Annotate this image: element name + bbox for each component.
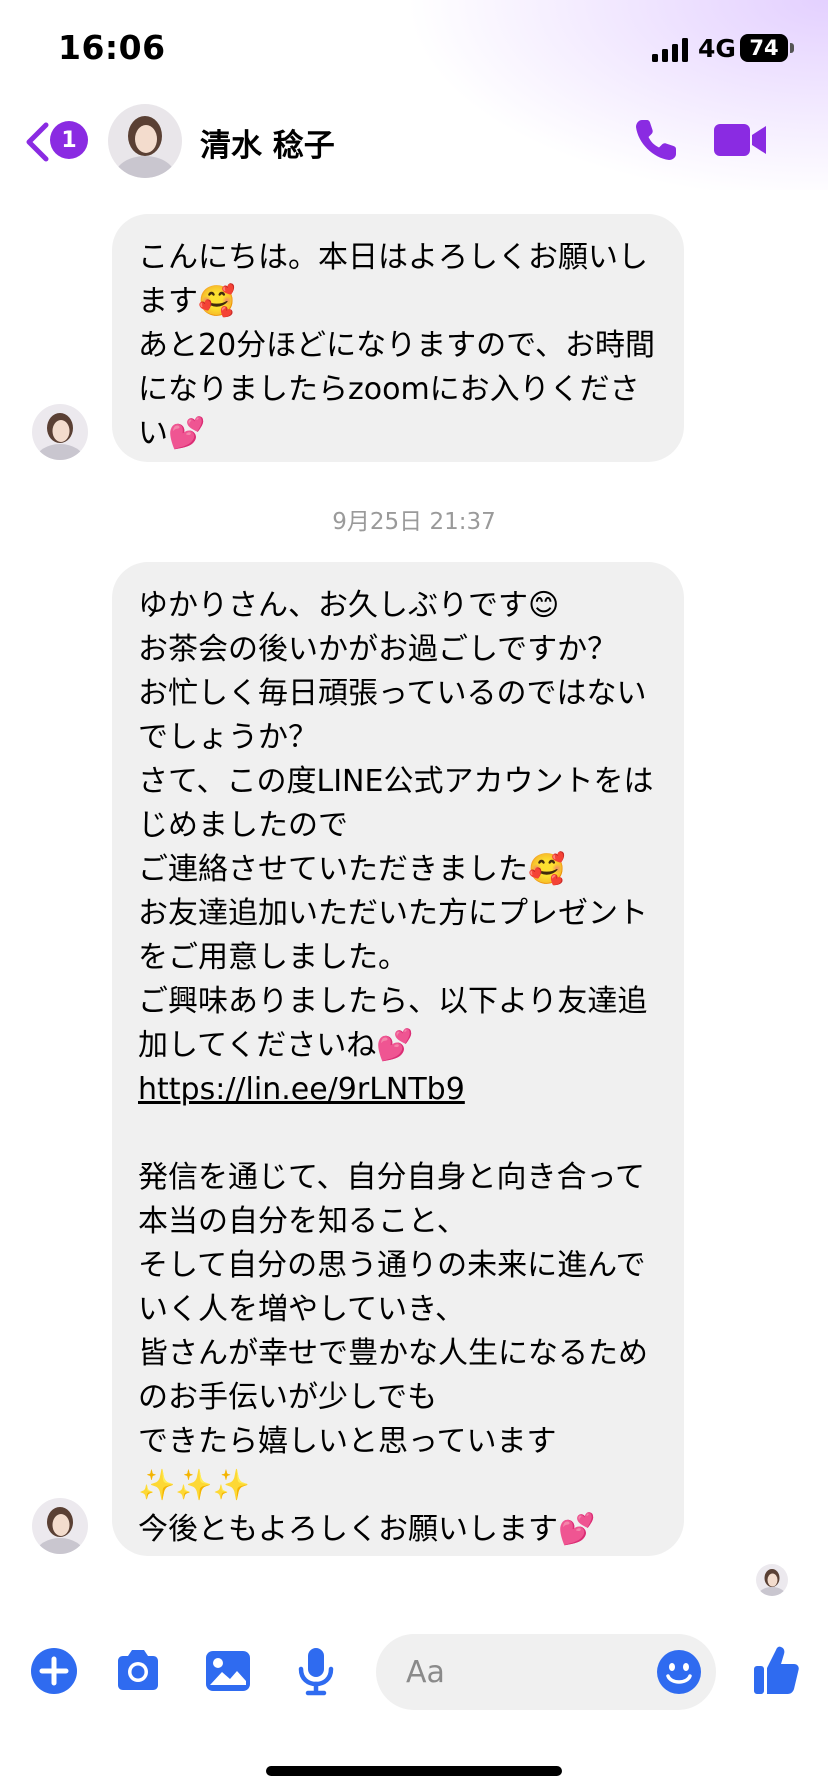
battery-tip (790, 43, 794, 53)
status-time: 16:06 (58, 28, 166, 67)
message-link[interactable]: https://lin.ee/9rLNTb9 (138, 1072, 465, 1107)
network-type: 4G (698, 34, 736, 63)
sender-avatar (32, 404, 88, 460)
plus-circle-icon[interactable] (28, 1645, 80, 1697)
battery-level: 74 (749, 36, 779, 60)
battery-icon: 74 (740, 34, 788, 62)
phone-icon[interactable] (632, 116, 680, 164)
message-input[interactable] (406, 1650, 626, 1694)
emoji-icon[interactable] (656, 1649, 702, 1695)
message-text: 発信を通じて、自分自身と向き合って本当の自分を知ること、 そして自分の思う通りの… (138, 1160, 648, 1547)
sender-avatar (32, 1498, 88, 1554)
microphone-icon[interactable] (290, 1645, 342, 1697)
photo-icon[interactable] (202, 1645, 254, 1697)
chevron-left-icon (26, 122, 49, 162)
message-bubble[interactable]: こんにちは。本日はよろしくお願いします🥰 あと20分ほどになりますので、お時間に… (112, 214, 684, 462)
read-receipt-avatar (756, 1564, 788, 1596)
contact-name[interactable]: 清水 稔子 (200, 120, 335, 165)
video-camera-icon[interactable] (714, 120, 768, 160)
home-indicator (266, 1766, 562, 1776)
camera-icon[interactable] (112, 1645, 164, 1697)
message-text: ゆかりさん、お久しぶりです😊 お茶会の後いかがお過ごしですか？ お忙しく毎日頑張… (138, 588, 654, 1063)
thumbs-up-icon[interactable] (752, 1644, 800, 1696)
message-bubble[interactable]: ゆかりさん、お久しぶりです😊 お茶会の後いかがお過ごしですか？ お忙しく毎日頑張… (112, 562, 684, 1556)
unread-badge: 1 (50, 121, 88, 159)
message-timestamp: 9月25日 21:37 (332, 509, 496, 535)
signal-icon (652, 38, 688, 62)
message-composer[interactable] (376, 1634, 716, 1710)
contact-avatar[interactable] (108, 104, 182, 178)
